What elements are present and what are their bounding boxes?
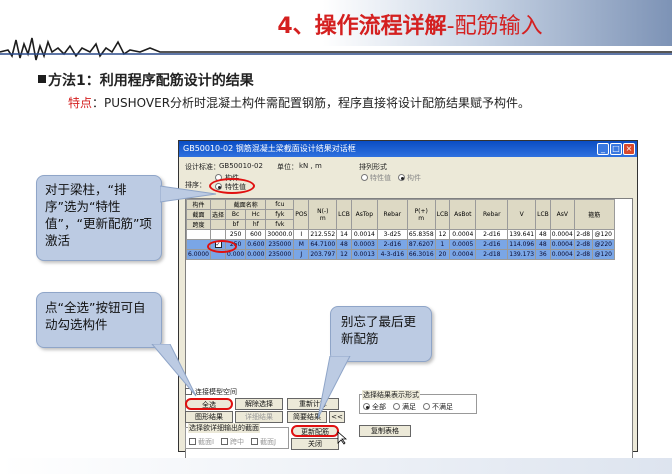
method-heading: 方法1：利用程序配筋设计的结果 (48, 73, 254, 89)
col-stirrup: 箍筋 (573, 199, 615, 230)
col-fyk: fyk (265, 209, 295, 220)
callout-select-all: 点“全选”按钮可自动勾选构件 (36, 292, 162, 348)
output-section-j-label: 截面J (260, 438, 277, 446)
bullet-square (38, 75, 46, 83)
callout-select-all-pointer (151, 344, 197, 397)
connect-model-label: 连接模型空间 (195, 388, 237, 396)
result-grid: 构件 截面名称 fcu POS N(-) m LCB AsTop Rebar P… (186, 199, 615, 260)
footer-band (0, 458, 672, 474)
close-button[interactable]: 关闭 (291, 438, 339, 450)
design-result-dialog: GB50010-02 钢筋混凝土梁截面设计结果对话框 _ □ × 设计标准： G… (178, 140, 638, 462)
col-hc: Hc (245, 209, 267, 220)
col-lcb: LCB (336, 199, 352, 230)
col-n: N(-) m (308, 199, 338, 230)
detail-result-button[interactable]: 详细结果 (235, 411, 283, 423)
sort-option-a-label: 特性值 (370, 174, 391, 182)
col-hf: hf (245, 219, 267, 230)
callout-sort: 对于梁柱，“排序”选为“特性值”，“更新配筋”项激活 (36, 175, 162, 261)
col-lcb3: LCB (535, 199, 551, 230)
table-row[interactable]: 250 600 30000.0 I 212.552 14 0.0014 3-d25 65.8… (186, 229, 615, 240)
slide: 4、操作流程详解-配筋输入 方法1：利用程序配筋设计的结果 特点：PUSHOVE… (0, 0, 672, 474)
display-group-label: 选择结果表示形式 (362, 390, 420, 400)
output-section-j-checkbox[interactable] (251, 438, 258, 445)
col-p: P(+) m (406, 199, 436, 230)
col-rebar2: Rebar (475, 199, 509, 230)
output-mid-label: 跨中 (230, 438, 244, 446)
display-ng-label: 不满足 (432, 403, 453, 411)
copy-table-button[interactable]: 复制表格 (359, 425, 411, 437)
col-select: 选择 (209, 209, 227, 220)
col-v: V (507, 199, 537, 230)
output-mid-checkbox[interactable] (221, 438, 228, 445)
col-asv: AsV (549, 199, 575, 230)
col-section-name: 截面名称 (225, 199, 267, 210)
mouse-cursor-icon (337, 431, 347, 445)
col-astop: AsTop (350, 199, 378, 230)
unit-value: kN , m (299, 162, 322, 170)
col-pos: POS (293, 199, 310, 230)
col-asbot: AsBot (449, 199, 477, 230)
highlight-ring-checkbox (207, 240, 237, 253)
col-rebar: Rebar (376, 199, 408, 230)
maximize-icon[interactable]: □ (610, 143, 622, 155)
output-section-i-checkbox[interactable] (189, 438, 196, 445)
table-row[interactable]: 6.0000 0.000 0.000 235000 J 203.797 12 0.001… (186, 249, 615, 260)
sort-option-a-radio[interactable] (361, 174, 368, 181)
unit-label: 单位： (277, 163, 298, 171)
col-section: 截面 (186, 209, 211, 220)
display-ng-radio[interactable] (423, 403, 430, 410)
deselect-button[interactable]: 解除选择 (235, 398, 283, 410)
callout-sort-pointer (160, 185, 217, 203)
callout-update: 别忘了最后更新配筋 (330, 306, 432, 362)
col-bf: bf (225, 219, 247, 230)
update-rebar-button[interactable]: 更新配筋 (291, 425, 339, 437)
col-fvk: fvk (265, 219, 295, 230)
display-all-label: 全部 (372, 403, 386, 411)
sort-option-b-radio[interactable] (398, 174, 405, 181)
display-all-radio[interactable] (363, 403, 370, 410)
output-section-i-label: 截面I (198, 438, 215, 446)
display-ok-label: 满足 (402, 403, 416, 411)
dialog-titlebar: GB50010-02 钢筋混凝土梁截面设计结果对话框 (179, 141, 637, 157)
col-bc: Bc (225, 209, 247, 220)
sort-option-b-label: 构件 (407, 174, 421, 182)
close-icon[interactable]: × (623, 143, 635, 155)
minimize-icon[interactable]: _ (597, 143, 609, 155)
callout-update-pointer (317, 356, 351, 419)
sort-group-label: 排列形式 (359, 163, 387, 171)
output-section-label: 选择欲详细输出的截面 (188, 423, 260, 433)
col-fcu: fcu (265, 199, 295, 210)
graph-result-button[interactable]: 图形结果 (185, 411, 233, 423)
wave-decoration (0, 37, 672, 61)
display-ok-radio[interactable] (393, 403, 400, 410)
standard-label: 设计标准： (185, 163, 220, 171)
table-row[interactable]: ✓ 250 0.600 235000 M 64.7100 48 0.0003 2-d16 8… (186, 239, 615, 250)
col-span: 跨度 (186, 219, 211, 230)
feature-text: 特点：PUSHOVER分析时混凝土构件需配置钢筋，程序直接将设计配筋结果赋予构件… (68, 96, 531, 110)
standard-value: GB50010-02 (219, 162, 263, 170)
col-lcb2: LCB (434, 199, 451, 230)
